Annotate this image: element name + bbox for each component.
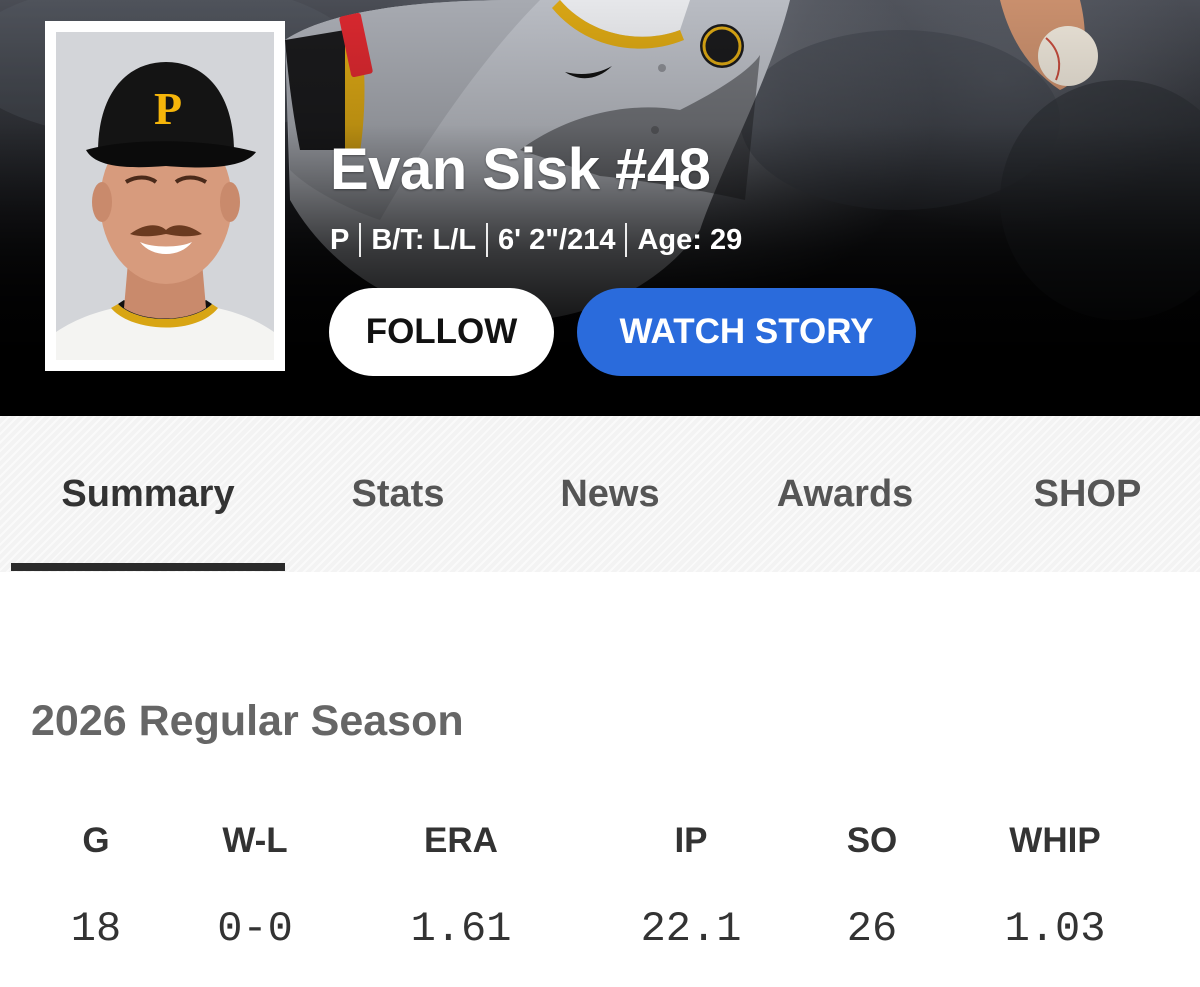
bio-divider [359, 223, 362, 257]
stat-whip: WHIP 1.03 [945, 818, 1165, 954]
player-headshot-image: P [56, 32, 274, 360]
tab-news[interactable]: News [510, 416, 710, 572]
tab-stats[interactable]: Stats [298, 416, 498, 572]
season-title: 2026 Regular Season [31, 697, 464, 745]
stat-era: ERA 1.61 [351, 818, 571, 954]
tab-summary[interactable]: Summary [11, 416, 285, 572]
stat-win-loss: W-L 0-0 [145, 818, 365, 954]
stat-value: 1.61 [410, 905, 512, 953]
stat-label: W-L [222, 821, 288, 860]
stat-value: 1.03 [1004, 905, 1106, 953]
player-name: Evan Sisk #48 [330, 137, 711, 202]
stat-label: ERA [424, 821, 498, 860]
stat-value: 0-0 [217, 905, 293, 953]
bio-divider [486, 223, 489, 257]
bio-height-weight: 6' 2"/214 [498, 223, 616, 256]
player-headshot: P [45, 21, 285, 371]
bio-age: Age: 29 [637, 223, 743, 256]
tab-shop[interactable]: SHOP [990, 416, 1185, 572]
player-hero: P Evan Sisk #48 P B/T: L/L 6' 2"/214 Age… [0, 0, 1200, 416]
tab-awards[interactable]: Awards [725, 416, 965, 572]
active-tab-indicator [11, 563, 285, 571]
stat-label: WHIP [1009, 821, 1101, 860]
player-bio-line: P B/T: L/L 6' 2"/214 Age: 29 [330, 222, 742, 258]
watch-story-button[interactable]: WATCH STORY [577, 288, 916, 376]
svg-text:P: P [154, 83, 182, 134]
player-nav-tabs: Summary Stats News Awards SHOP [0, 416, 1200, 572]
follow-button[interactable]: FOLLOW [329, 288, 554, 376]
bio-bats-throws: B/T: L/L [371, 223, 477, 256]
bio-divider [625, 223, 628, 257]
bio-position: P [330, 223, 350, 256]
